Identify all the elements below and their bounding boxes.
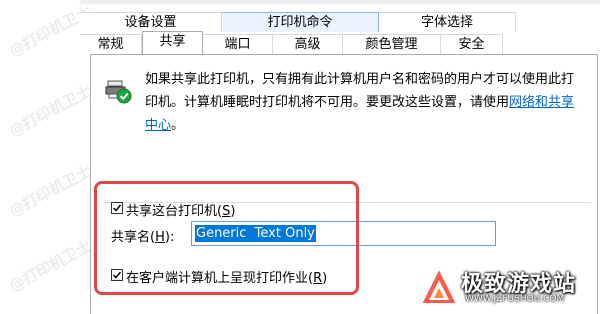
highlight-box: [94, 181, 359, 295]
tab-device-settings[interactable]: 设备设置: [80, 12, 222, 32]
brand-logo: 极致游戏站 WWW.JZFUSHOU.COM: [415, 264, 595, 310]
dialog-top-edge: [80, 0, 600, 4]
brand-url: WWW.JZFUSHOU.COM: [465, 294, 565, 304]
tab-general[interactable]: 常规: [80, 34, 142, 54]
sharing-info-text: 如果共享此打印机，只有拥有此计算机用户名和密码的用户才可以使用此打印机。计算机睡…: [145, 68, 575, 137]
tab-printer-commands[interactable]: 打印机命令: [222, 12, 379, 32]
tab-font-selection[interactable]: 字体选择: [379, 12, 516, 32]
shared-printer-icon: [105, 78, 133, 108]
tab-ports[interactable]: 端口: [203, 34, 273, 54]
tab-advanced[interactable]: 高级: [273, 34, 343, 54]
sharing-info-suffix: 。: [171, 118, 185, 133]
tab-sharing[interactable]: 共享: [142, 31, 203, 54]
tab-color-management[interactable]: 颜色管理: [343, 34, 441, 54]
brand-mark-icon: [419, 266, 459, 305]
tab-security[interactable]: 安全: [441, 34, 503, 54]
